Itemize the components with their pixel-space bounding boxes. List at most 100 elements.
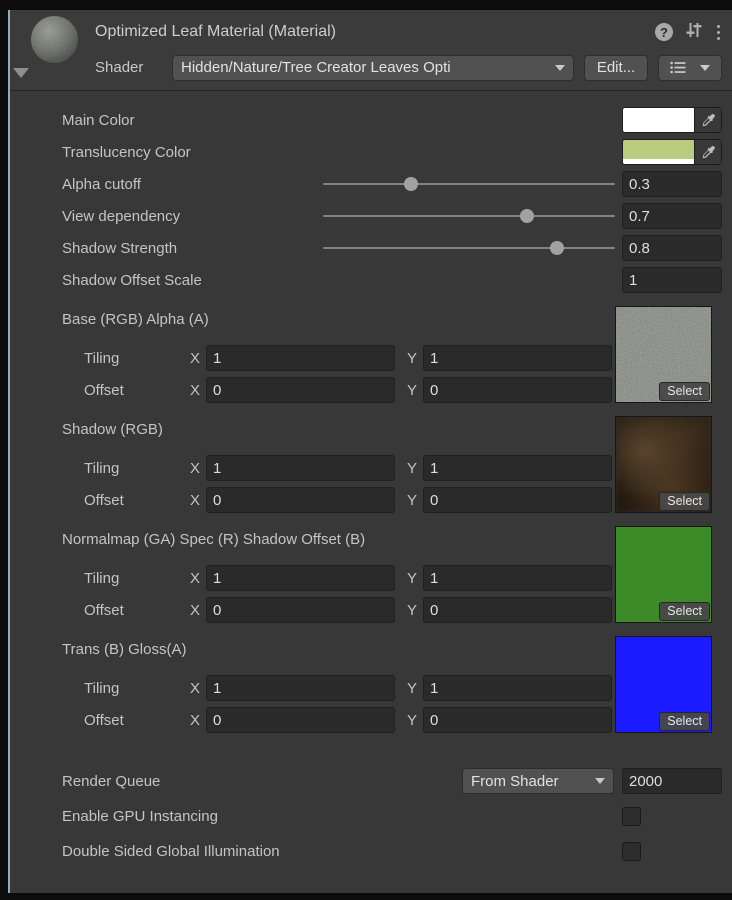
normalmap-texture-thumbnail[interactable]: Select (615, 526, 712, 623)
shader-dropdown-value: Hidden/Nature/Tree Creator Leaves Opti (181, 59, 549, 76)
normalmap-offset-x-field[interactable] (206, 597, 395, 623)
main-color-row: Main Color (62, 107, 722, 133)
normalmap-offset-y-field[interactable] (423, 597, 612, 623)
y-label: Y (407, 460, 423, 477)
offset-row: Offset X Y (62, 487, 612, 513)
slider-thumb[interactable] (404, 177, 418, 191)
main-color-swatch[interactable] (623, 108, 695, 132)
y-label: Y (407, 350, 423, 367)
unity-inspector-material-panel: Optimized Leaf Material (Material) ? (0, 0, 732, 900)
slider-thumb[interactable] (550, 241, 564, 255)
more-menu-icon[interactable] (715, 25, 722, 40)
trans-texture-label: Trans (B) Gloss(A) (62, 636, 612, 662)
presets-icon[interactable] (685, 22, 703, 43)
shadow-offset-x-field[interactable] (206, 487, 395, 513)
base-texture-label: Base (RGB) Alpha (A) (62, 306, 612, 332)
material-preview-sphere (30, 15, 79, 64)
shadow-offset-scale-label: Shadow Offset Scale (62, 272, 622, 289)
base-texture-section: Base (RGB) Alpha (A) Tiling X Y Offset X (62, 306, 722, 403)
foldout-arrow-icon[interactable] (13, 68, 29, 78)
view-dependency-field[interactable] (622, 203, 722, 229)
render-queue-label: Render Queue (62, 773, 462, 790)
y-label: Y (407, 382, 423, 399)
double-sided-gi-checkbox[interactable] (622, 842, 641, 861)
chevron-down-icon (555, 65, 565, 71)
base-select-button[interactable]: Select (659, 382, 710, 401)
base-offset-x-field[interactable] (206, 377, 395, 403)
offset-label: Offset (84, 492, 190, 509)
shader-dropdown[interactable]: Hidden/Nature/Tree Creator Leaves Opti (172, 55, 574, 81)
base-tiling-x-field[interactable] (206, 345, 395, 371)
translucency-color-swatch[interactable] (623, 140, 695, 164)
normalmap-select-button[interactable]: Select (659, 602, 710, 621)
x-label: X (190, 712, 206, 729)
base-texture-thumbnail[interactable]: Select (615, 306, 712, 403)
x-label: X (190, 492, 206, 509)
offset-row: Offset X Y (62, 377, 612, 403)
shadow-tiling-x-field[interactable] (206, 455, 395, 481)
shader-edit-button[interactable]: Edit... (584, 55, 648, 81)
shadow-offset-y-field[interactable] (423, 487, 612, 513)
trans-offset-y-field[interactable] (423, 707, 612, 733)
double-sided-gi-row: Double Sided Global Illumination (62, 838, 722, 864)
x-label: X (190, 570, 206, 587)
double-sided-gi-label: Double Sided Global Illumination (62, 843, 622, 860)
trans-texture-section: Trans (B) Gloss(A) Tiling X Y Offset X (62, 636, 722, 733)
base-offset-y-field[interactable] (423, 377, 612, 403)
y-label: Y (407, 602, 423, 619)
chevron-down-icon (595, 778, 605, 784)
alpha-cutoff-slider[interactable] (323, 171, 615, 197)
translucency-color-control (622, 139, 722, 165)
alpha-cutoff-field[interactable] (622, 171, 722, 197)
render-queue-field[interactable] (622, 768, 722, 794)
offset-label: Offset (84, 602, 190, 619)
trans-texture-thumbnail[interactable]: Select (615, 636, 712, 733)
trans-select-button[interactable]: Select (659, 712, 710, 731)
trans-tiling-x-field[interactable] (206, 675, 395, 701)
tiling-row: Tiling X Y (62, 455, 612, 481)
offset-label: Offset (84, 382, 190, 399)
main-color-control (622, 107, 722, 133)
translucency-color-label: Translucency Color (62, 144, 622, 161)
view-dependency-slider[interactable] (323, 203, 615, 229)
trans-offset-x-field[interactable] (206, 707, 395, 733)
shadow-texture-label: Shadow (RGB) (62, 416, 612, 442)
base-tiling-y-field[interactable] (423, 345, 612, 371)
shadow-strength-label: Shadow Strength (62, 240, 323, 257)
list-icon (670, 61, 686, 74)
eyedropper-icon[interactable] (695, 108, 721, 132)
main-color-label: Main Color (62, 112, 622, 129)
normalmap-tiling-x-field[interactable] (206, 565, 395, 591)
y-label: Y (407, 492, 423, 509)
view-dependency-label: View dependency (62, 208, 323, 225)
shadow-tiling-y-field[interactable] (423, 455, 612, 481)
help-icon[interactable]: ? (655, 23, 673, 41)
alpha-bar (623, 159, 694, 164)
chevron-down-icon (700, 65, 710, 71)
tiling-row: Tiling X Y (62, 345, 612, 371)
render-queue-dropdown[interactable]: From Shader (462, 768, 614, 794)
tiling-label: Tiling (84, 460, 190, 477)
x-label: X (190, 602, 206, 619)
material-properties: Main Color Translucency Color (10, 91, 732, 864)
trans-tiling-y-field[interactable] (423, 675, 612, 701)
material-inspector: Optimized Leaf Material (Material) ? (10, 10, 732, 893)
shadow-select-button[interactable]: Select (659, 492, 710, 511)
material-footer: Render Queue From Shader Enable GPU Inst… (62, 768, 722, 864)
x-label: X (190, 382, 206, 399)
y-label: Y (407, 570, 423, 587)
tiling-label: Tiling (84, 570, 190, 587)
shadow-texture-thumbnail[interactable]: Select (615, 416, 712, 513)
shadow-strength-field[interactable] (622, 235, 722, 261)
eyedropper-icon[interactable] (695, 140, 721, 164)
slider-thumb[interactable] (520, 209, 534, 223)
shader-menu-button[interactable] (658, 55, 722, 81)
shadow-offset-scale-field[interactable] (622, 267, 722, 293)
normalmap-tiling-y-field[interactable] (423, 565, 612, 591)
offset-row: Offset X Y (62, 707, 612, 733)
shadow-strength-slider[interactable] (323, 235, 615, 261)
gpu-instancing-checkbox[interactable] (622, 807, 641, 826)
x-label: X (190, 460, 206, 477)
gpu-instancing-row: Enable GPU Instancing (62, 803, 722, 829)
shadow-offset-scale-row: Shadow Offset Scale (62, 267, 722, 293)
